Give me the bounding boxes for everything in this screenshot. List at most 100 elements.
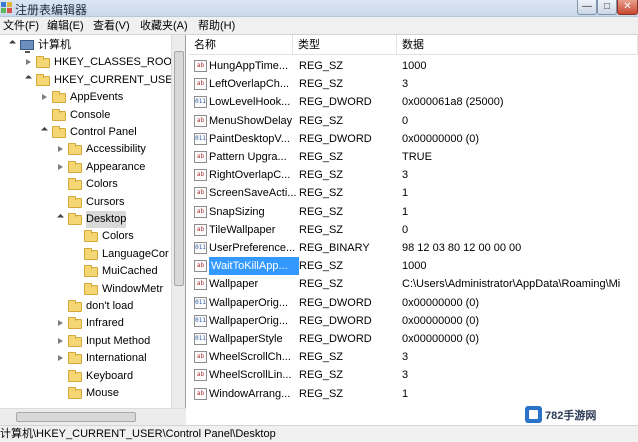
value-row[interactable]: ab WaitToKillApp... REG_SZ 1000 bbox=[189, 257, 638, 276]
value-name: LeftOverlapCh... bbox=[209, 78, 290, 91]
value-row[interactable]: ab WheelScrollCh... REG_SZ 3 bbox=[189, 348, 638, 366]
tree-item[interactable]: AppEvents bbox=[0, 89, 185, 106]
string-value-icon: ab bbox=[194, 187, 207, 200]
value-data: 1 bbox=[402, 205, 409, 218]
value-name: WallpaperStyle bbox=[209, 333, 283, 345]
folder-icon bbox=[84, 247, 98, 260]
tree-item[interactable]: Cursors bbox=[0, 194, 185, 211]
tree-item-label: AppEvents bbox=[70, 91, 124, 104]
expand-arrow-icon[interactable] bbox=[40, 126, 49, 135]
column-header-name[interactable]: 名称 bbox=[189, 35, 293, 55]
value-row[interactable]: ab WheelScrollLin... REG_SZ 3 bbox=[189, 366, 638, 384]
value-name: LowLevelHook... bbox=[209, 96, 291, 109]
collapse-arrow-icon[interactable] bbox=[58, 355, 63, 362]
folder-icon bbox=[52, 91, 66, 104]
value-type: REG_SZ bbox=[299, 187, 344, 200]
value-row[interactable]: ab RightOverlapC... REG_SZ 3 bbox=[189, 166, 638, 184]
value-type: REG_SZ bbox=[299, 205, 344, 218]
menu-edit[interactable]: 编辑(E) bbox=[47, 19, 84, 33]
value-row[interactable]: ab MenuShowDelay REG_SZ 0 bbox=[189, 112, 638, 130]
tree-item[interactable]: Colors bbox=[0, 176, 185, 193]
tree-item[interactable]: WindowMetr bbox=[0, 281, 185, 298]
tree-item[interactable]: Infrared bbox=[0, 315, 185, 332]
value-type: REG_SZ bbox=[299, 351, 344, 364]
collapse-arrow-icon[interactable] bbox=[58, 163, 63, 170]
value-row[interactable]: ab ScreenSaveActi... REG_SZ 1 bbox=[189, 184, 638, 202]
window-title: 注册表编辑器 bbox=[15, 3, 88, 17]
menu-view[interactable]: 查看(V) bbox=[93, 19, 130, 33]
maximize-button[interactable]: □ bbox=[597, 0, 617, 15]
value-row[interactable]: 011 WallpaperOrig... REG_DWORD 0x00000000 (… bbox=[189, 312, 638, 330]
tree-item[interactable]: HKEY_CLASSES_ROOT bbox=[0, 54, 185, 71]
tree-item[interactable]: International bbox=[0, 350, 185, 367]
tree-item[interactable]: MuiCached bbox=[0, 263, 185, 280]
tree-vertical-scroll-thumb[interactable] bbox=[174, 51, 184, 286]
tree-item[interactable]: Mouse bbox=[0, 385, 185, 402]
expand-arrow-icon[interactable] bbox=[56, 213, 65, 222]
tree-item[interactable]: Accessibility bbox=[0, 141, 185, 158]
values-list[interactable]: 名称 类型 数据 ab HungAppTime... REG_SZ 1000ab Lef… bbox=[189, 35, 638, 425]
minimize-button[interactable]: — bbox=[577, 0, 597, 15]
tree-item[interactable]: HKEY_CURRENT_USER bbox=[0, 72, 185, 89]
value-row[interactable]: ab Wallpaper REG_SZ C:\Users\Administrator\… bbox=[189, 275, 638, 293]
menu-help[interactable]: 帮助(H) bbox=[198, 19, 235, 33]
tree-item[interactable]: Input Method bbox=[0, 333, 185, 350]
tree-horizontal-scrollbar[interactable] bbox=[0, 408, 186, 425]
close-button[interactable]: ✕ bbox=[617, 0, 638, 15]
value-row[interactable]: ab WindowArrang... REG_SZ 1 bbox=[189, 385, 638, 403]
collapse-arrow-icon[interactable] bbox=[58, 146, 63, 153]
folder-icon bbox=[84, 265, 98, 278]
column-header-type[interactable]: 类型 bbox=[293, 35, 397, 55]
tree-item[interactable]: Colors bbox=[0, 228, 185, 245]
menu-favorites[interactable]: 收藏夹(A) bbox=[140, 19, 188, 33]
tree-item[interactable]: don't load bbox=[0, 298, 185, 315]
folder-icon bbox=[68, 300, 82, 312]
tree-item[interactable]: LanguageCor bbox=[0, 246, 185, 263]
tree-item[interactable]: Control Panel bbox=[0, 124, 185, 141]
value-row[interactable]: 011 WallpaperStyle REG_DWORD 0x00000000 (0) bbox=[189, 330, 638, 348]
value-row[interactable]: ab Pattern Upgra... REG_SZ TRUE bbox=[189, 148, 638, 166]
string-value-icon: ab bbox=[194, 205, 207, 218]
value-type: REG_SZ bbox=[299, 278, 344, 291]
value-type: REG_SZ bbox=[299, 114, 344, 127]
value-name: MenuShowDelay bbox=[209, 114, 293, 127]
collapse-arrow-icon[interactable] bbox=[58, 320, 63, 327]
folder-icon bbox=[84, 282, 98, 295]
string-value-icon: ab bbox=[194, 260, 207, 273]
collapse-arrow-icon[interactable] bbox=[58, 337, 63, 344]
menu-file[interactable]: 文件(F) bbox=[3, 19, 39, 33]
tree-item-label: HKEY_CURRENT_USER bbox=[54, 73, 181, 86]
tree-item[interactable]: 计算机 bbox=[0, 37, 185, 54]
value-name: Pattern Upgra... bbox=[209, 151, 287, 163]
value-row[interactable]: ab TileWallpaper REG_SZ 0 bbox=[189, 221, 638, 239]
value-row[interactable]: ab HungAppTime... REG_SZ 1000 bbox=[189, 57, 638, 75]
value-type: REG_SZ bbox=[299, 78, 344, 91]
tree-item[interactable]: Console bbox=[0, 107, 185, 124]
tree-horizontal-scroll-thumb[interactable] bbox=[16, 412, 136, 422]
value-row[interactable]: 011 WallpaperOrig... REG_DWORD 0x00000000 (… bbox=[189, 294, 638, 312]
value-row[interactable]: ab SnapSizing REG_SZ 1 bbox=[189, 203, 638, 221]
collapse-arrow-icon[interactable] bbox=[42, 94, 47, 101]
value-data: C:\Users\Administrator\AppData\Roaming\M… bbox=[402, 278, 621, 291]
registry-tree[interactable]: 计算机 HKEY_CLASSES_ROOT HKEY_CURRENT_USER App… bbox=[0, 35, 186, 425]
regedit-app-icon bbox=[1, 2, 12, 13]
tree-item-label: Control Panel bbox=[70, 126, 137, 138]
collapse-arrow-icon[interactable] bbox=[26, 59, 31, 66]
folder-icon bbox=[84, 230, 98, 243]
tree-item[interactable]: Desktop bbox=[0, 211, 185, 228]
folder-icon bbox=[36, 56, 50, 69]
tree-vertical-scrollbar[interactable] bbox=[171, 35, 185, 408]
column-header-data[interactable]: 数据 bbox=[397, 35, 638, 55]
value-name: TileWallpaper bbox=[209, 223, 276, 236]
tree-item[interactable]: Keyboard bbox=[0, 368, 185, 385]
expand-arrow-icon[interactable] bbox=[24, 74, 33, 82]
binary-value-icon: 011 bbox=[194, 296, 207, 309]
value-row[interactable]: ab LeftOverlapCh... REG_SZ 3 bbox=[189, 75, 638, 93]
expand-arrow-icon[interactable] bbox=[8, 39, 17, 48]
tree-item[interactable]: Appearance bbox=[0, 159, 185, 176]
value-row[interactable]: 011 UserPreference... REG_BINARY 98 12 03 8… bbox=[189, 239, 638, 257]
value-name: WallpaperOrig... bbox=[209, 314, 289, 327]
value-row[interactable]: 011 PaintDesktopV... REG_DWORD 0x00000000 (… bbox=[189, 130, 638, 148]
value-name: Wallpaper bbox=[209, 278, 259, 291]
value-row[interactable]: 011 LowLevelHook... REG_DWORD 0x000061a8 (2… bbox=[189, 93, 638, 111]
